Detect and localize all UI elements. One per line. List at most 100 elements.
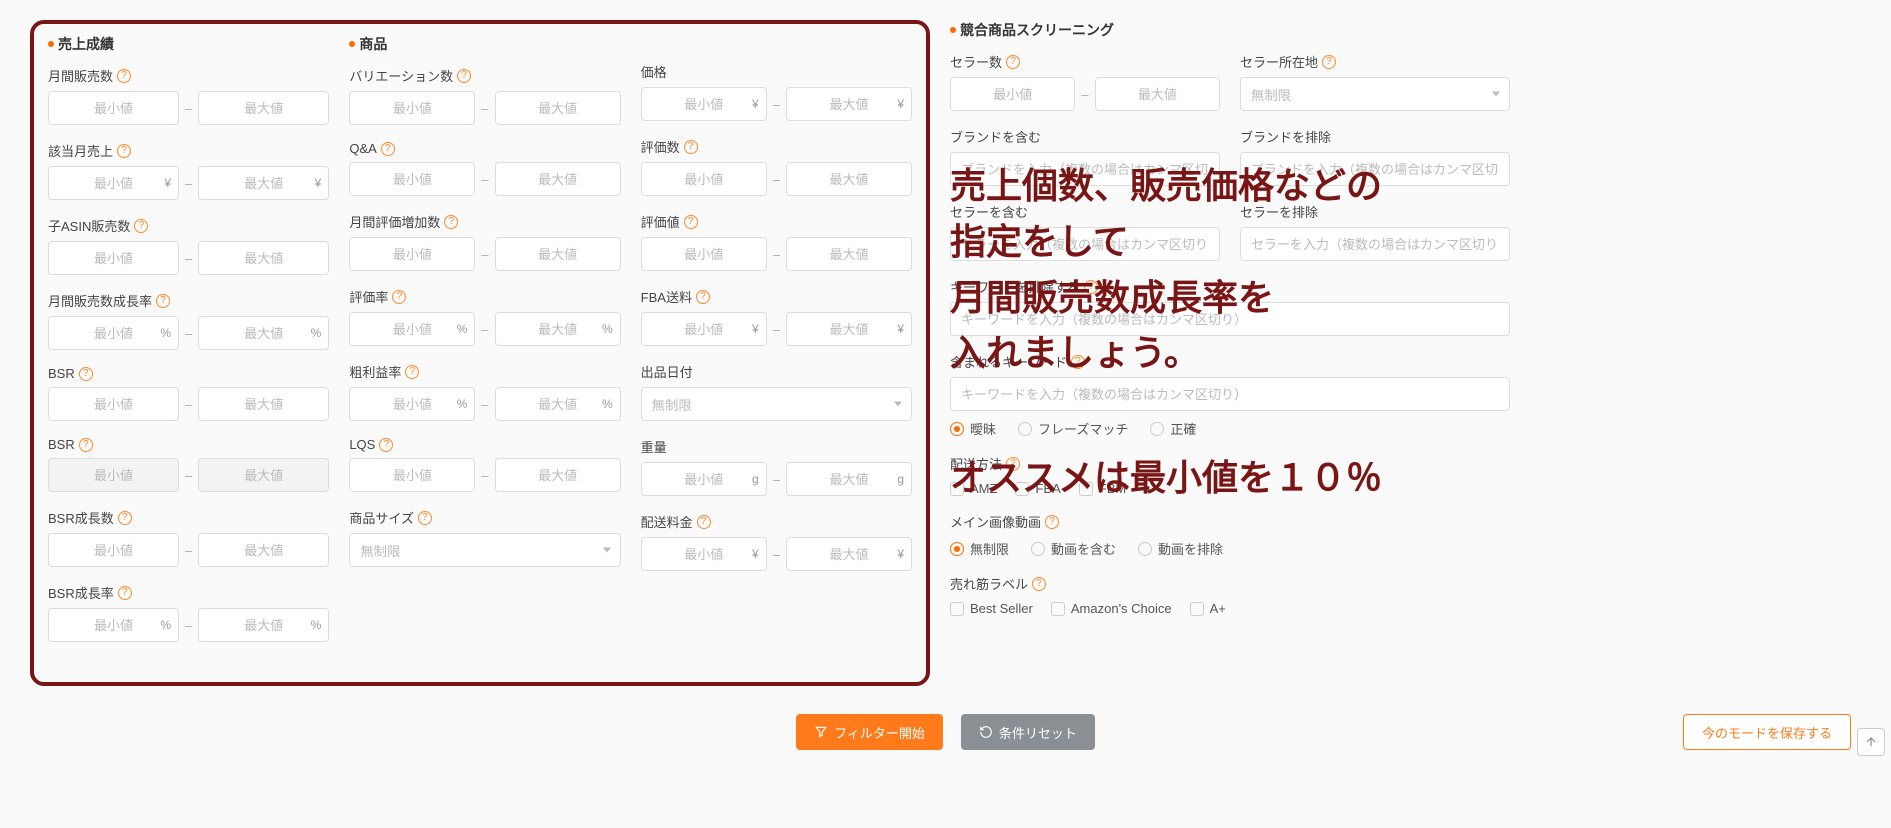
- fba-max[interactable]: [786, 312, 912, 346]
- video-include[interactable]: 動画を含む: [1031, 539, 1116, 558]
- save-mode-button[interactable]: 今のモードを保存する: [1683, 714, 1851, 750]
- weight-min[interactable]: [641, 462, 767, 496]
- label-brand-exc: ブランドを排除: [1240, 127, 1331, 146]
- ship-fee-min[interactable]: [641, 537, 767, 571]
- variations-max[interactable]: [495, 91, 621, 125]
- review-count-min[interactable]: [641, 162, 767, 196]
- review-val-max[interactable]: [786, 237, 912, 271]
- brand-exclude-input[interactable]: [1240, 152, 1510, 186]
- child-asin-max[interactable]: [198, 241, 329, 275]
- help-icon[interactable]: ?: [1032, 577, 1046, 591]
- fba-min[interactable]: [641, 312, 767, 346]
- price-max[interactable]: [786, 87, 912, 121]
- review-count-max[interactable]: [786, 162, 912, 196]
- label-seller-inc: セラーを含む: [950, 202, 1028, 221]
- video-exclude[interactable]: 動画を排除: [1138, 539, 1223, 558]
- help-icon[interactable]: ?: [117, 144, 131, 158]
- help-icon[interactable]: ?: [684, 140, 698, 154]
- help-icon[interactable]: ?: [457, 69, 471, 83]
- seller-count-max[interactable]: [1095, 77, 1220, 111]
- ship-amz[interactable]: AMZ: [950, 481, 997, 496]
- gross-max[interactable]: [495, 387, 621, 421]
- help-icon[interactable]: ?: [1045, 515, 1059, 529]
- match-exact[interactable]: 正確: [1150, 419, 1196, 438]
- help-icon[interactable]: ?: [684, 215, 698, 229]
- video-unlimited[interactable]: 無制限: [950, 539, 1009, 558]
- price-min[interactable]: [641, 87, 767, 121]
- label-lqs: LQS: [349, 437, 375, 452]
- bsr-growth-rate-min[interactable]: [48, 608, 179, 642]
- bs-amazons-choice[interactable]: Amazon's Choice: [1051, 601, 1172, 616]
- help-icon[interactable]: ?: [696, 290, 710, 304]
- help-icon[interactable]: ?: [405, 365, 419, 379]
- help-icon[interactable]: ?: [1084, 280, 1098, 294]
- help-icon[interactable]: ?: [444, 215, 458, 229]
- bsr2-min: [48, 458, 179, 492]
- bsr-growth-count-max[interactable]: [198, 533, 329, 567]
- monthly-sales-max[interactable]: [198, 91, 329, 125]
- help-icon[interactable]: ?: [418, 511, 432, 525]
- help-icon[interactable]: ?: [118, 586, 132, 600]
- bsr1-max[interactable]: [198, 387, 329, 421]
- kw-include-input[interactable]: [950, 377, 1510, 411]
- help-icon[interactable]: ?: [1006, 55, 1020, 69]
- bsr1-min[interactable]: [48, 387, 179, 421]
- ship-fee-max[interactable]: [786, 537, 912, 571]
- help-icon[interactable]: ?: [156, 294, 170, 308]
- bestseller-group: Best Seller Amazon's Choice A+: [950, 601, 1510, 616]
- qa-min[interactable]: [349, 162, 475, 196]
- competitor-title: 競合商品スクリーニング: [960, 20, 1114, 40]
- lqs-min[interactable]: [349, 458, 475, 492]
- bsr-growth-count-min[interactable]: [48, 533, 179, 567]
- kw-exclude-input[interactable]: [950, 302, 1510, 336]
- monthly-revenue-min[interactable]: [48, 166, 179, 200]
- weight-max[interactable]: [786, 462, 912, 496]
- seller-loc-select[interactable]: 無制限: [1240, 77, 1510, 111]
- help-icon[interactable]: ?: [1006, 457, 1020, 471]
- help-icon[interactable]: ?: [381, 142, 395, 156]
- product-columns: 商品 バリエーション数? – Q&A?: [349, 34, 912, 658]
- brand-include-input[interactable]: [950, 152, 1220, 186]
- review-inc-min[interactable]: [349, 237, 475, 271]
- review-val-min[interactable]: [641, 237, 767, 271]
- help-icon[interactable]: ?: [1322, 55, 1336, 69]
- label-seller-count: セラー数: [950, 52, 1002, 71]
- size-select[interactable]: 無制限: [349, 533, 620, 567]
- bs-aplus[interactable]: A+: [1190, 601, 1226, 616]
- help-icon[interactable]: ?: [1071, 355, 1085, 369]
- help-icon[interactable]: ?: [118, 511, 132, 525]
- match-fuzzy[interactable]: 曖昧: [950, 419, 996, 438]
- seller-count-min[interactable]: [950, 77, 1075, 111]
- seller-exclude-input[interactable]: [1240, 227, 1510, 261]
- lqs-max[interactable]: [495, 458, 621, 492]
- monthly-sales-min[interactable]: [48, 91, 179, 125]
- ship-fbm[interactable]: FBM: [1079, 481, 1126, 496]
- seller-include-input[interactable]: [950, 227, 1220, 261]
- help-icon[interactable]: ?: [79, 367, 93, 381]
- review-rate-max[interactable]: [495, 312, 621, 346]
- help-icon[interactable]: ?: [134, 219, 148, 233]
- help-icon[interactable]: ?: [79, 438, 93, 452]
- bs-bestseller[interactable]: Best Seller: [950, 601, 1033, 616]
- sales-growth-max[interactable]: [198, 316, 329, 350]
- help-icon[interactable]: ?: [392, 290, 406, 304]
- review-inc-max[interactable]: [495, 237, 621, 271]
- list-date-select[interactable]: 無制限: [641, 387, 912, 421]
- variations-min[interactable]: [349, 91, 475, 125]
- reset-button[interactable]: 条件リセット: [961, 714, 1095, 750]
- sales-growth-min[interactable]: [48, 316, 179, 350]
- review-rate-min[interactable]: [349, 312, 475, 346]
- help-icon[interactable]: ?: [379, 438, 393, 452]
- match-phrase[interactable]: フレーズマッチ: [1018, 419, 1128, 438]
- scroll-top-button[interactable]: [1857, 728, 1885, 756]
- ship-fba[interactable]: FBA: [1015, 481, 1060, 496]
- filter-start-button[interactable]: フィルター開始: [796, 714, 943, 750]
- bsr-growth-rate-max[interactable]: [198, 608, 329, 642]
- qa-max[interactable]: [495, 162, 621, 196]
- child-asin-min[interactable]: [48, 241, 179, 275]
- help-icon[interactable]: ?: [117, 69, 131, 83]
- help-icon[interactable]: ?: [697, 515, 711, 529]
- radio-icon: [950, 422, 964, 436]
- gross-min[interactable]: [349, 387, 475, 421]
- monthly-revenue-max[interactable]: [198, 166, 329, 200]
